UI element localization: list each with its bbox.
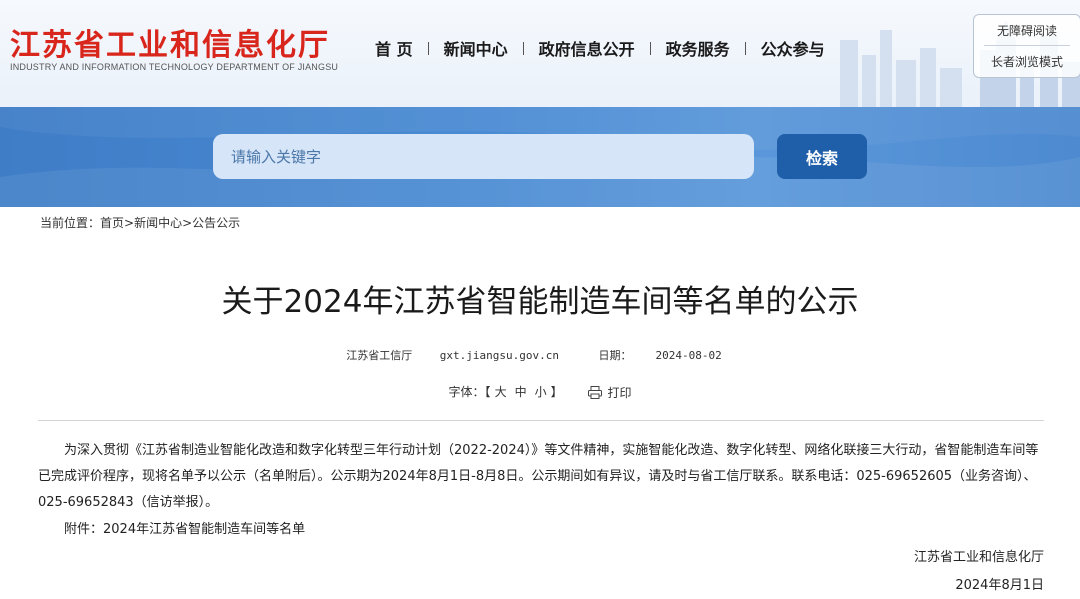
nav-public-participation[interactable]: 公众参与: [746, 36, 840, 60]
article-meta: 江苏省工信厅 gxt.jiangsu.gov.cn 日期： 2024-08-02: [0, 347, 1080, 363]
print-button[interactable]: 打印: [588, 384, 631, 401]
signature-date: 2024年8月1日: [955, 578, 1044, 593]
main-nav: 首 页 新闻中心 政府信息公开 政务服务 公众参与: [360, 36, 840, 60]
nav-gov-info-disclosure[interactable]: 政府信息公开: [524, 36, 650, 60]
nav-news-center[interactable]: 新闻中心: [429, 36, 523, 60]
article-source: 江苏省工信厅: [346, 349, 413, 362]
breadcrumb-item-home[interactable]: 首页: [100, 216, 124, 230]
breadcrumb-separator: >: [124, 216, 135, 230]
font-size-label: 字体：: [448, 385, 485, 399]
barrier-free-reading-button[interactable]: 无障碍阅读: [974, 23, 1080, 39]
article-date-label: 日期：: [598, 349, 632, 362]
article-body: 为深入贯彻《江苏省制造业智能化改造和数字化转型三年行动计划（2022-2024）…: [38, 438, 1044, 516]
site-logo-title[interactable]: 江苏省工业和信息化厅: [10, 20, 330, 64]
article-site: gxt.jiangsu.gov.cn: [439, 349, 559, 362]
site-logo-subtitle: INDUSTRY AND INFORMATION TECHNOLOGY DEPA…: [10, 62, 339, 72]
signature-organization: 江苏省工业和信息化厅: [913, 550, 1044, 565]
attachment-link[interactable]: 附件：2024年江苏省智能制造车间等名单: [64, 518, 305, 537]
breadcrumb: 当前位置：首页>新闻中心>公告公示: [40, 214, 240, 231]
print-label: 打印: [607, 386, 632, 400]
font-size-medium[interactable]: 中: [515, 385, 527, 399]
breadcrumb-separator: >: [182, 216, 193, 230]
font-bracket-close: 】: [550, 385, 563, 399]
elder-mode-button[interactable]: 长者浏览模式: [974, 54, 1080, 70]
site-header: 江苏省工业和信息化厅 INDUSTRY AND INFORMATION TECH…: [0, 0, 1080, 107]
search-banner: 检索: [0, 107, 1080, 207]
breadcrumb-item-news-center[interactable]: 新闻中心: [134, 216, 182, 230]
printer-icon: [588, 386, 603, 399]
search-input[interactable]: [213, 134, 754, 179]
font-size-small[interactable]: 小: [535, 385, 547, 399]
accessibility-panel: 无障碍阅读 长者浏览模式: [973, 14, 1080, 78]
font-bracket-open: 【: [484, 385, 491, 399]
article-paragraph: 为深入贯彻《江苏省制造业智能化改造和数字化转型三年行动计划（2022-2024）…: [38, 443, 1039, 510]
content-divider: [38, 420, 1044, 421]
breadcrumb-item-announcements[interactable]: 公告公示: [192, 216, 240, 230]
nav-gov-services[interactable]: 政务服务: [651, 36, 745, 60]
article-date: 2024-08-02: [655, 349, 722, 362]
breadcrumb-prefix: 当前位置：: [40, 216, 101, 230]
accessibility-divider: [984, 45, 1070, 46]
font-size-large[interactable]: 大: [495, 385, 507, 399]
article-tools: 字体：【大中小】 打印: [0, 383, 1080, 401]
search-button[interactable]: 检索: [777, 134, 867, 179]
nav-home[interactable]: 首 页: [360, 36, 428, 60]
article-title: 关于2024年江苏省智能制造车间等名单的公示: [221, 284, 859, 320]
article-date-group: 日期： 2024-08-02: [586, 349, 733, 362]
